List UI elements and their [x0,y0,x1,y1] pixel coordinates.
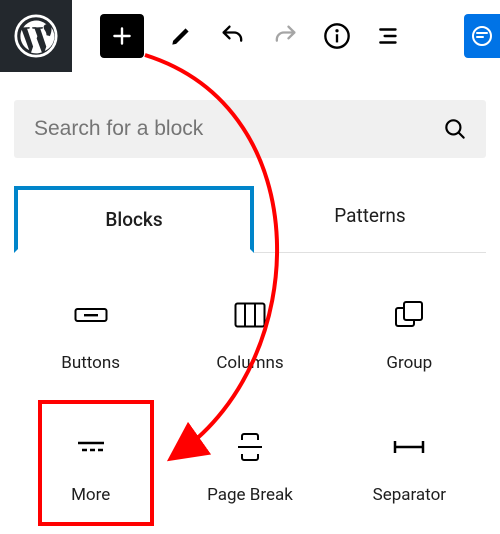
settings-sidebar-toggle[interactable] [464,14,500,58]
outline-button[interactable] [374,21,404,51]
edit-mode-button[interactable] [166,21,196,51]
pencil-icon [168,23,194,49]
block-label: Buttons [61,353,120,373]
block-label: Page Break [207,485,293,505]
block-item-buttons[interactable]: Buttons [14,283,167,403]
settings-panel-icon [470,24,494,48]
plus-icon [109,23,135,49]
block-item-more[interactable]: More [14,415,167,534]
block-inserter-panel: Blocks Patterns Buttons Columns Group [0,100,500,534]
block-label: More [71,485,110,505]
info-button[interactable] [322,21,352,51]
editor-toolbar [0,0,500,72]
separator-icon [391,423,427,471]
buttons-icon [74,291,108,339]
search-field-wrapper[interactable] [14,100,486,158]
page-break-icon [236,423,264,471]
inserter-tabs: Blocks Patterns [14,186,486,253]
block-item-group[interactable]: Group [333,283,486,403]
block-label: Separator [373,485,446,505]
undo-button[interactable] [218,21,248,51]
tab-patterns[interactable]: Patterns [254,186,486,252]
wordpress-logo[interactable] [0,0,72,72]
search-icon [442,116,468,142]
block-item-page-break[interactable]: Page Break [173,415,326,534]
redo-icon [271,22,299,50]
add-block-button[interactable] [100,14,144,58]
block-item-separator[interactable]: Separator [333,415,486,534]
info-icon [323,22,351,50]
wordpress-icon [14,14,58,58]
block-label: Columns [216,353,283,373]
search-input[interactable] [32,116,442,142]
group-icon [394,291,424,339]
block-item-columns[interactable]: Columns [173,283,326,403]
more-icon [76,423,106,471]
list-view-icon [376,23,402,49]
undo-icon [219,22,247,50]
columns-icon [234,291,266,339]
redo-button [270,21,300,51]
tab-blocks[interactable]: Blocks [14,186,254,253]
blocks-grid: Buttons Columns Group More [14,283,486,534]
block-label: Group [386,353,432,373]
